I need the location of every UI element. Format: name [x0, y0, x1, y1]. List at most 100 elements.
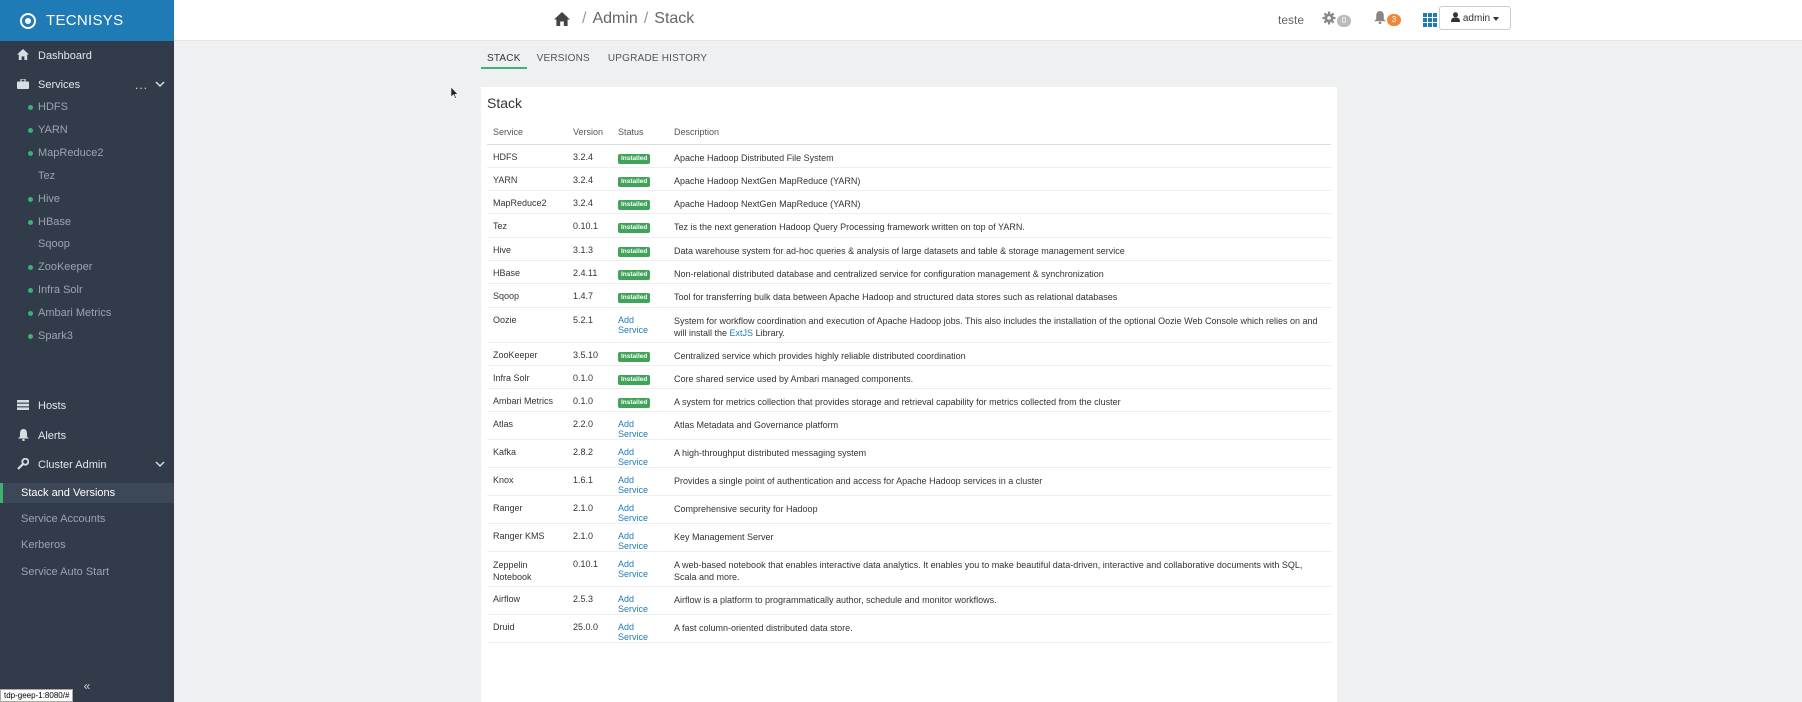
- service-version: 3.2.4: [567, 144, 612, 168]
- service-name: Knox: [487, 467, 567, 497]
- nav-cluster-admin[interactable]: Cluster Admin: [0, 456, 174, 474]
- column-header: Status: [612, 120, 668, 145]
- breadcrumb: / Admin / Stack: [554, 10, 694, 28]
- table-row: HDFS 3.2.4 Installed Apache Hadoop Distribu…: [487, 144, 1331, 168]
- background-ops-button[interactable]: 0: [1322, 11, 1351, 30]
- add-service-link[interactable]: Add Service: [618, 315, 648, 335]
- add-service-link[interactable]: Add Service: [618, 559, 648, 579]
- sidebar-service-item[interactable]: Hive: [0, 192, 174, 206]
- add-service-link[interactable]: Add Service: [618, 419, 648, 439]
- tab-upgrade-history[interactable]: UPGRADE HISTORY: [602, 53, 713, 69]
- sidebar-service-label: Spark3: [38, 330, 73, 342]
- service-version: 0.10.1: [567, 213, 612, 238]
- chevron-down-icon[interactable]: [155, 460, 165, 471]
- panel-title: Stack: [487, 95, 523, 111]
- service-description: Apache Hadoop NextGen MapReduce (YARN): [668, 190, 1331, 215]
- extjs-link[interactable]: ExtJS: [730, 328, 754, 338]
- breadcrumb-admin[interactable]: Admin: [592, 10, 637, 28]
- service-description: Data warehouse system for ad-hoc queries…: [668, 237, 1331, 261]
- service-name: HBase: [487, 260, 567, 285]
- user-menu-button[interactable]: admin: [1439, 6, 1511, 30]
- tab-stack[interactable]: STACK: [481, 53, 527, 69]
- status-dot-icon: [28, 287, 33, 293]
- nav-service-accounts[interactable]: Service Accounts: [0, 509, 174, 529]
- nav-service-auto-start[interactable]: Service Auto Start: [0, 562, 174, 582]
- nav-kerberos[interactable]: Kerberos: [0, 535, 174, 555]
- service-status: Add Service: [612, 495, 668, 525]
- nav-alerts[interactable]: Alerts: [0, 427, 174, 445]
- services-more-button[interactable]: ...: [135, 78, 148, 92]
- user-name: admin: [1462, 12, 1491, 24]
- service-status: Add Service: [612, 307, 668, 343]
- nav-dashboard[interactable]: Dashboard: [0, 47, 174, 65]
- nav-dashboard-label: Dashboard: [38, 50, 92, 62]
- sidebar-service-label: Sqoop: [38, 238, 70, 250]
- service-version: 2.8.2: [567, 439, 612, 469]
- service-status: Add Service: [612, 411, 668, 441]
- brand-bar[interactable]: TECNISYS: [0, 0, 174, 41]
- sidebar-service-item[interactable]: ZooKeeper: [0, 260, 174, 274]
- add-service-link[interactable]: Add Service: [618, 594, 648, 614]
- status-dot-icon: [28, 333, 33, 339]
- nav-services[interactable]: Services ...: [0, 76, 174, 94]
- add-service-link[interactable]: Add Service: [618, 475, 648, 495]
- service-status: Add Service: [612, 586, 668, 616]
- table-row: Ranger KMS 2.1.0 Add Service Key Management…: [487, 523, 1331, 553]
- status-dot-icon: [28, 196, 33, 202]
- description-tail: Library.: [753, 327, 785, 338]
- add-service-link[interactable]: Add Service: [618, 503, 648, 523]
- sidebar-service-item[interactable]: Sqoop: [0, 237, 174, 251]
- sidebar: TECNISYS Dashboard Services ... HDFS YARN…: [0, 0, 174, 702]
- sidebar-service-label: YARN: [38, 124, 68, 136]
- service-name: YARN: [487, 167, 567, 192]
- add-service-link[interactable]: Add Service: [618, 447, 648, 467]
- service-version: 1.4.7: [567, 283, 612, 308]
- description-text: Core shared service used by Ambari manag…: [674, 373, 914, 384]
- service-name: Airflow: [487, 586, 567, 616]
- service-name: Tez: [487, 213, 567, 238]
- installed-badge: Installed: [618, 246, 651, 257]
- tab-versions[interactable]: VERSIONS: [531, 53, 596, 69]
- sidebar-service-item[interactable]: HBase: [0, 215, 174, 229]
- service-version: 2.2.0: [567, 411, 612, 441]
- installed-badge: Installed: [618, 176, 651, 187]
- nav-services-label: Services: [38, 79, 81, 91]
- service-version: 2.1.0: [567, 523, 612, 553]
- description-text: Atlas Metadata and Governance platform: [674, 420, 839, 431]
- add-service-link[interactable]: Add Service: [618, 531, 648, 551]
- service-description: Apache Hadoop Distributed File System: [668, 144, 1331, 168]
- service-description: Provides a single point of authenticatio…: [668, 467, 1331, 497]
- service-name: MapReduce2: [487, 190, 567, 215]
- nav-hosts[interactable]: Hosts: [0, 397, 174, 415]
- table-row: Infra Solr 0.1.0 Installed Core shared serv…: [487, 365, 1331, 390]
- wrench-icon: [17, 457, 30, 473]
- sidebar-service-item[interactable]: YARN: [0, 123, 174, 137]
- sidebar-service-item[interactable]: Infra Solr: [0, 283, 174, 297]
- sidebar-service-item[interactable]: Ambari Metrics: [0, 306, 174, 320]
- sidebar-service-label: Hive: [38, 193, 61, 205]
- gear-icon: [1322, 11, 1336, 30]
- sidebar-service-item[interactable]: Tez: [0, 169, 174, 183]
- home-icon[interactable]: [554, 11, 570, 27]
- sidebar-service-item[interactable]: HDFS: [0, 100, 174, 114]
- breadcrumb-stack: Stack: [654, 10, 695, 27]
- bell-icon: [1374, 11, 1386, 29]
- installed-badge: Installed: [618, 398, 651, 409]
- service-status: Installed: [612, 237, 668, 261]
- apps-grid-icon[interactable]: [1423, 13, 1437, 32]
- user-icon: [1450, 11, 1460, 25]
- service-name: Ambari Metrics: [487, 388, 567, 413]
- description-text: A web-based notebook that enables intera…: [674, 560, 1303, 583]
- service-description: A system for metrics collection that pro…: [668, 388, 1331, 413]
- installed-badge: Installed: [618, 293, 651, 304]
- sidebar-service-item[interactable]: MapReduce2: [0, 146, 174, 160]
- description-text: Key Management Server: [674, 532, 774, 543]
- service-description: Comprehensive security for Hadoop: [668, 495, 1331, 525]
- nav-stack-and-versions[interactable]: Stack and Versions: [0, 483, 174, 503]
- sidebar-service-item[interactable]: Spark3: [0, 329, 174, 343]
- add-service-link[interactable]: Add Service: [618, 622, 648, 642]
- alerts-button[interactable]: 3: [1374, 11, 1401, 29]
- chevron-down-icon[interactable]: [155, 80, 165, 91]
- stack-panel: Stack Service Version Status Description…: [481, 87, 1337, 702]
- service-status: Installed: [612, 365, 668, 390]
